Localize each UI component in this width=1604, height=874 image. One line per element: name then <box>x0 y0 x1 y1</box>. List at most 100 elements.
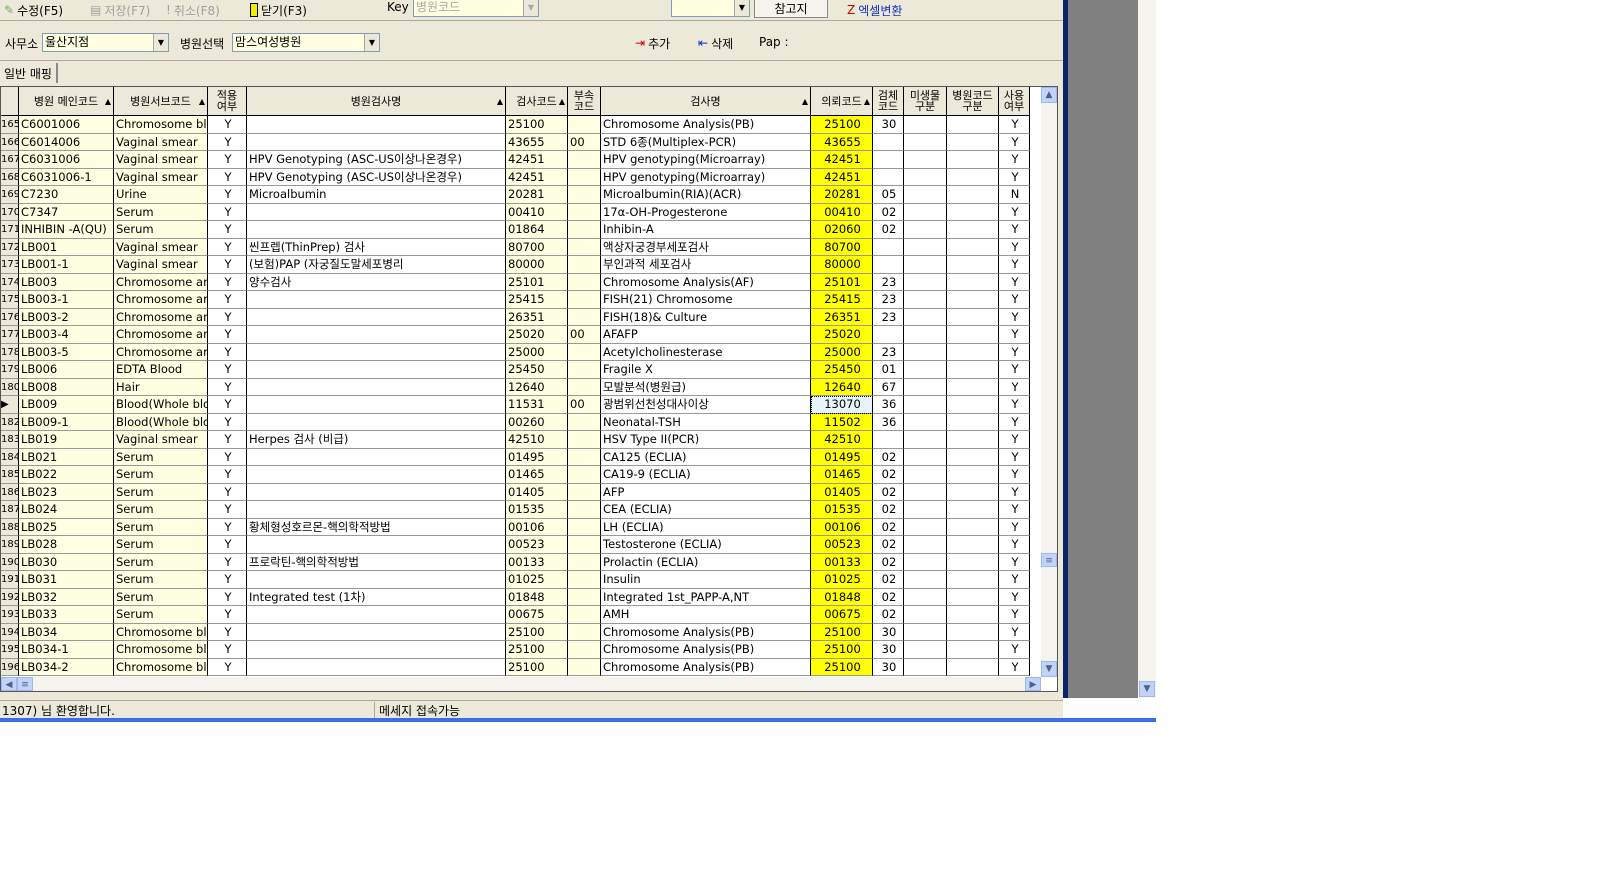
cell-use[interactable]: Y <box>999 658 1030 676</box>
cell-main-code[interactable]: LB001-1 <box>19 256 114 274</box>
cell-test-name[interactable]: CA19-9 (ECLIA) <box>601 466 811 484</box>
cell-hospital-test-name[interactable]: 프로락틴-핵의학적방법 <box>247 553 506 571</box>
cell-test-name[interactable]: HPV genotyping(Microarray) <box>601 151 811 169</box>
cell-hospital-test-name[interactable] <box>247 571 506 589</box>
cell-referral-code[interactable]: 42451 <box>811 168 873 186</box>
cell-apply[interactable]: Y <box>208 501 247 519</box>
row-number[interactable]: 166 <box>1 133 19 151</box>
cell-referral-code[interactable]: 00106 <box>811 518 873 536</box>
cell-test-code[interactable]: 26351 <box>506 308 568 326</box>
cell-test-code[interactable]: 80700 <box>506 238 568 256</box>
cell-hospital-test-name[interactable] <box>247 308 506 326</box>
cell-apply[interactable]: Y <box>208 483 247 501</box>
cell-sub-code-attached[interactable] <box>568 151 601 169</box>
cell-main-code[interactable]: LB030 <box>19 553 114 571</box>
cell-microbe-type[interactable] <box>904 326 947 344</box>
cell-sub-code-attached[interactable] <box>568 448 601 466</box>
row-number[interactable]: 196 <box>1 658 19 676</box>
scroll-down-icon[interactable]: ▼ <box>1139 681 1155 697</box>
table-row[interactable]: 166 C6014006 Vaginal smear Y 43655 00 STD 6종(M… <box>1 133 1041 151</box>
cell-use[interactable]: Y <box>999 623 1030 641</box>
cell-sub-code[interactable]: EDTA Blood <box>114 361 208 379</box>
cell-hospital-code-type[interactable] <box>947 291 999 309</box>
cell-main-code[interactable]: LB003 <box>19 273 114 291</box>
cell-microbe-type[interactable] <box>904 273 947 291</box>
cell-sub-code-attached[interactable]: 00 <box>568 396 601 414</box>
cell-test-code[interactable]: 25100 <box>506 116 568 134</box>
cell-use[interactable]: Y <box>999 203 1030 221</box>
cell-main-code[interactable]: C6031006 <box>19 151 114 169</box>
cell-test-name[interactable]: 광범위선천성대사이상 <box>601 396 811 414</box>
cell-sub-code-attached[interactable] <box>568 203 601 221</box>
tab-general-mapping[interactable]: 일반 매핑 <box>0 63 58 83</box>
cell-microbe-type[interactable] <box>904 203 947 221</box>
row-number[interactable]: 177 <box>1 326 19 344</box>
hospital-select[interactable]: 맘스여성병원 ▼ <box>232 33 380 52</box>
cell-specimen-code[interactable] <box>873 151 904 169</box>
table-row[interactable]: 186 LB023 Serum Y 01405 AFP 01405 02 Y <box>1 483 1041 501</box>
cell-specimen-code[interactable]: 36 <box>873 413 904 431</box>
table-row[interactable]: 177 LB003-4 Chromosome ar Y 25020 00 AFAFP 2502… <box>1 326 1041 344</box>
cell-main-code[interactable]: LB022 <box>19 466 114 484</box>
cell-use[interactable]: Y <box>999 221 1030 239</box>
cell-referral-code[interactable]: 25020 <box>811 326 873 344</box>
cell-test-code[interactable]: 25101 <box>506 273 568 291</box>
sort-asc-icon[interactable]: ▲ <box>199 96 205 107</box>
cell-referral-code[interactable]: 25415 <box>811 291 873 309</box>
cell-test-name[interactable]: Inhibin-A <box>601 221 811 239</box>
cell-sub-code-attached[interactable] <box>568 518 601 536</box>
cell-apply[interactable]: Y <box>208 256 247 274</box>
ref-button[interactable]: 참고지 <box>754 0 828 18</box>
cell-microbe-type[interactable] <box>904 256 947 274</box>
cell-sub-code[interactable]: Vaginal smear <box>114 256 208 274</box>
cell-test-name[interactable]: CA125 (ECLIA) <box>601 448 811 466</box>
cell-test-code[interactable]: 20281 <box>506 186 568 204</box>
cell-hospital-code-type[interactable] <box>947 483 999 501</box>
table-row[interactable]: 193 LB033 Serum Y 00675 AMH 00675 02 Y <box>1 606 1041 624</box>
cell-hospital-code-type[interactable] <box>947 658 999 676</box>
cell-main-code[interactable]: LB009-1 <box>19 413 114 431</box>
cell-microbe-type[interactable] <box>904 361 947 379</box>
row-number[interactable]: 186 <box>1 483 19 501</box>
cell-sub-code[interactable]: Chromosome ar <box>114 273 208 291</box>
table-row[interactable]: 168 C6031006-1 Vaginal smear Y HPV Genotypin… <box>1 168 1041 186</box>
table-row[interactable]: 169 C7230 Urine Y Microalbumin 20281 Microalbu… <box>1 186 1041 204</box>
cell-main-code[interactable]: LB033 <box>19 606 114 624</box>
cell-test-code[interactable]: 25100 <box>506 641 568 659</box>
cell-apply[interactable]: Y <box>208 378 247 396</box>
cell-sub-code[interactable]: Vaginal smear <box>114 431 208 449</box>
cell-hospital-code-type[interactable] <box>947 518 999 536</box>
cell-main-code[interactable]: C6031006-1 <box>19 168 114 186</box>
cell-microbe-type[interactable] <box>904 553 947 571</box>
cell-microbe-type[interactable] <box>904 483 947 501</box>
cell-use[interactable]: Y <box>999 413 1030 431</box>
cell-main-code[interactable]: LB032 <box>19 588 114 606</box>
table-row[interactable]: 171 INHIBIN -A(QU) Serum Y 01864 Inhibin-A 020… <box>1 221 1041 239</box>
cell-specimen-code[interactable]: 02 <box>873 606 904 624</box>
cell-sub-code[interactable]: Serum <box>114 466 208 484</box>
cell-microbe-type[interactable] <box>904 291 947 309</box>
cell-hospital-test-name[interactable] <box>247 466 506 484</box>
cell-specimen-code[interactable]: 02 <box>873 501 904 519</box>
cell-sub-code-attached[interactable] <box>568 606 601 624</box>
cell-hospital-code-type[interactable] <box>947 588 999 606</box>
sort-asc-icon[interactable]: ▲ <box>105 96 111 107</box>
cell-use[interactable]: Y <box>999 431 1030 449</box>
cell-main-code[interactable]: LB001 <box>19 238 114 256</box>
cell-main-code[interactable]: C7347 <box>19 203 114 221</box>
cell-referral-code[interactable]: 25000 <box>811 343 873 361</box>
horizontal-scrollbar[interactable]: ◀ ≡ ▶ <box>1 677 1041 691</box>
cell-main-code[interactable]: C7230 <box>19 186 114 204</box>
cell-hospital-test-name[interactable] <box>247 658 506 676</box>
close-button[interactable]: 닫기(F3) <box>250 0 307 20</box>
cell-sub-code-attached[interactable] <box>568 553 601 571</box>
cell-test-name[interactable]: 액상자궁경부세포검사 <box>601 238 811 256</box>
cell-referral-code[interactable]: 01025 <box>811 571 873 589</box>
cell-hospital-code-type[interactable] <box>947 378 999 396</box>
cell-test-name[interactable]: Chromosome Analysis(PB) <box>601 658 811 676</box>
row-number[interactable]: 190 <box>1 553 19 571</box>
cell-test-code[interactable]: 00410 <box>506 203 568 221</box>
cell-test-code[interactable]: 25100 <box>506 658 568 676</box>
cell-specimen-code[interactable]: 02 <box>873 588 904 606</box>
cell-referral-code[interactable]: 80000 <box>811 256 873 274</box>
